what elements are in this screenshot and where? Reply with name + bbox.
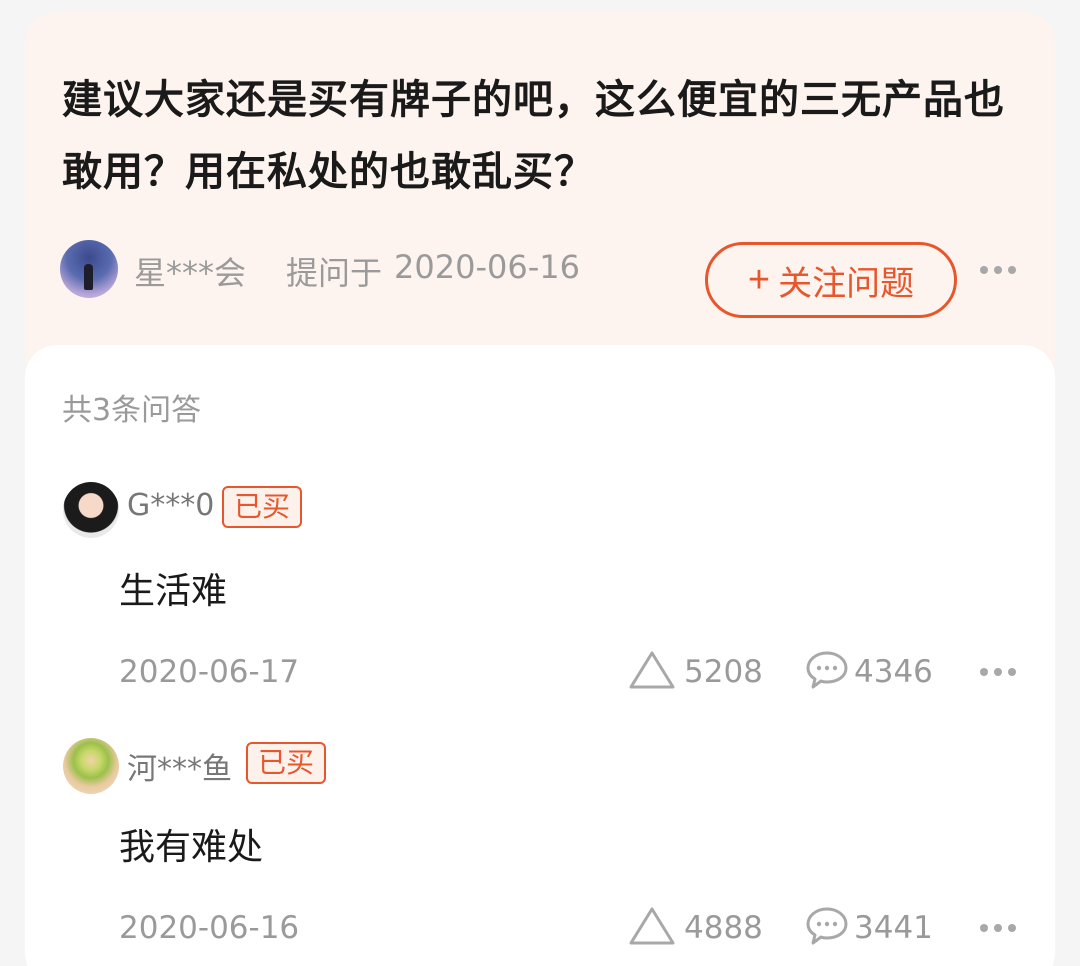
answer-user-name[interactable]: G***0	[127, 488, 214, 523]
comment-icon[interactable]	[805, 650, 849, 690]
plus-icon: +	[747, 259, 771, 301]
bought-badge: 已买	[246, 742, 327, 784]
dot	[980, 266, 988, 274]
question-title: 建议大家还是买有牌子的吧，这么便宜的三无产品也敢用？用在私处的也敢乱买？	[62, 77, 1005, 195]
like-icon[interactable]	[628, 906, 676, 946]
asker-avatar[interactable]	[60, 240, 118, 298]
dot	[994, 266, 1002, 274]
dot	[1008, 668, 1016, 676]
answer-item: 河***鱼 已买 我有难处 2020-06-16 4888 3441	[25, 738, 1055, 966]
answers-card: 共3条问答 G***0 已买 生活难 2020-06-17 5208 4346 …	[25, 345, 1055, 966]
comment-icon[interactable]	[805, 906, 849, 946]
dot	[980, 924, 988, 932]
answer-user-avatar[interactable]	[63, 482, 119, 538]
dot	[994, 668, 1002, 676]
follow-question-button[interactable]: + 关注问题	[705, 242, 957, 318]
answer-item: G***0 已买 生活难 2020-06-17 5208 4346	[25, 482, 1055, 722]
bought-badge: 已买	[222, 486, 303, 528]
answer-more-icon[interactable]	[980, 924, 1016, 932]
dot	[994, 924, 1002, 932]
ask-date: 2020-06-16	[394, 248, 580, 286]
follow-question-label: 关注问题	[778, 264, 915, 303]
question-more-icon[interactable]	[980, 266, 1016, 274]
answer-date: 2020-06-16	[119, 910, 300, 946]
question-card: 建议大家还是买有牌子的吧，这么便宜的三无产品也敢用？用在私处的也敢乱买？ 星**…	[25, 12, 1055, 392]
answer-text[interactable]: 生活难	[119, 562, 227, 614]
comment-count: 3441	[854, 910, 933, 946]
asker-name[interactable]: 星***会	[134, 248, 246, 294]
dot	[1008, 266, 1016, 274]
answer-user-avatar[interactable]	[63, 738, 119, 794]
like-count: 5208	[684, 654, 763, 690]
answer-date: 2020-06-17	[119, 654, 300, 690]
answer-count-label: 共3条问答	[62, 393, 202, 428]
answer-user-name[interactable]: 河***鱼	[127, 744, 232, 788]
answer-text[interactable]: 我有难处	[119, 818, 263, 870]
ask-label: 提问于	[286, 254, 383, 292]
like-icon[interactable]	[628, 650, 676, 690]
like-count: 4888	[684, 910, 763, 946]
answer-more-icon[interactable]	[980, 668, 1016, 676]
dot	[980, 668, 988, 676]
dot	[1008, 924, 1016, 932]
comment-count: 4346	[854, 654, 933, 690]
